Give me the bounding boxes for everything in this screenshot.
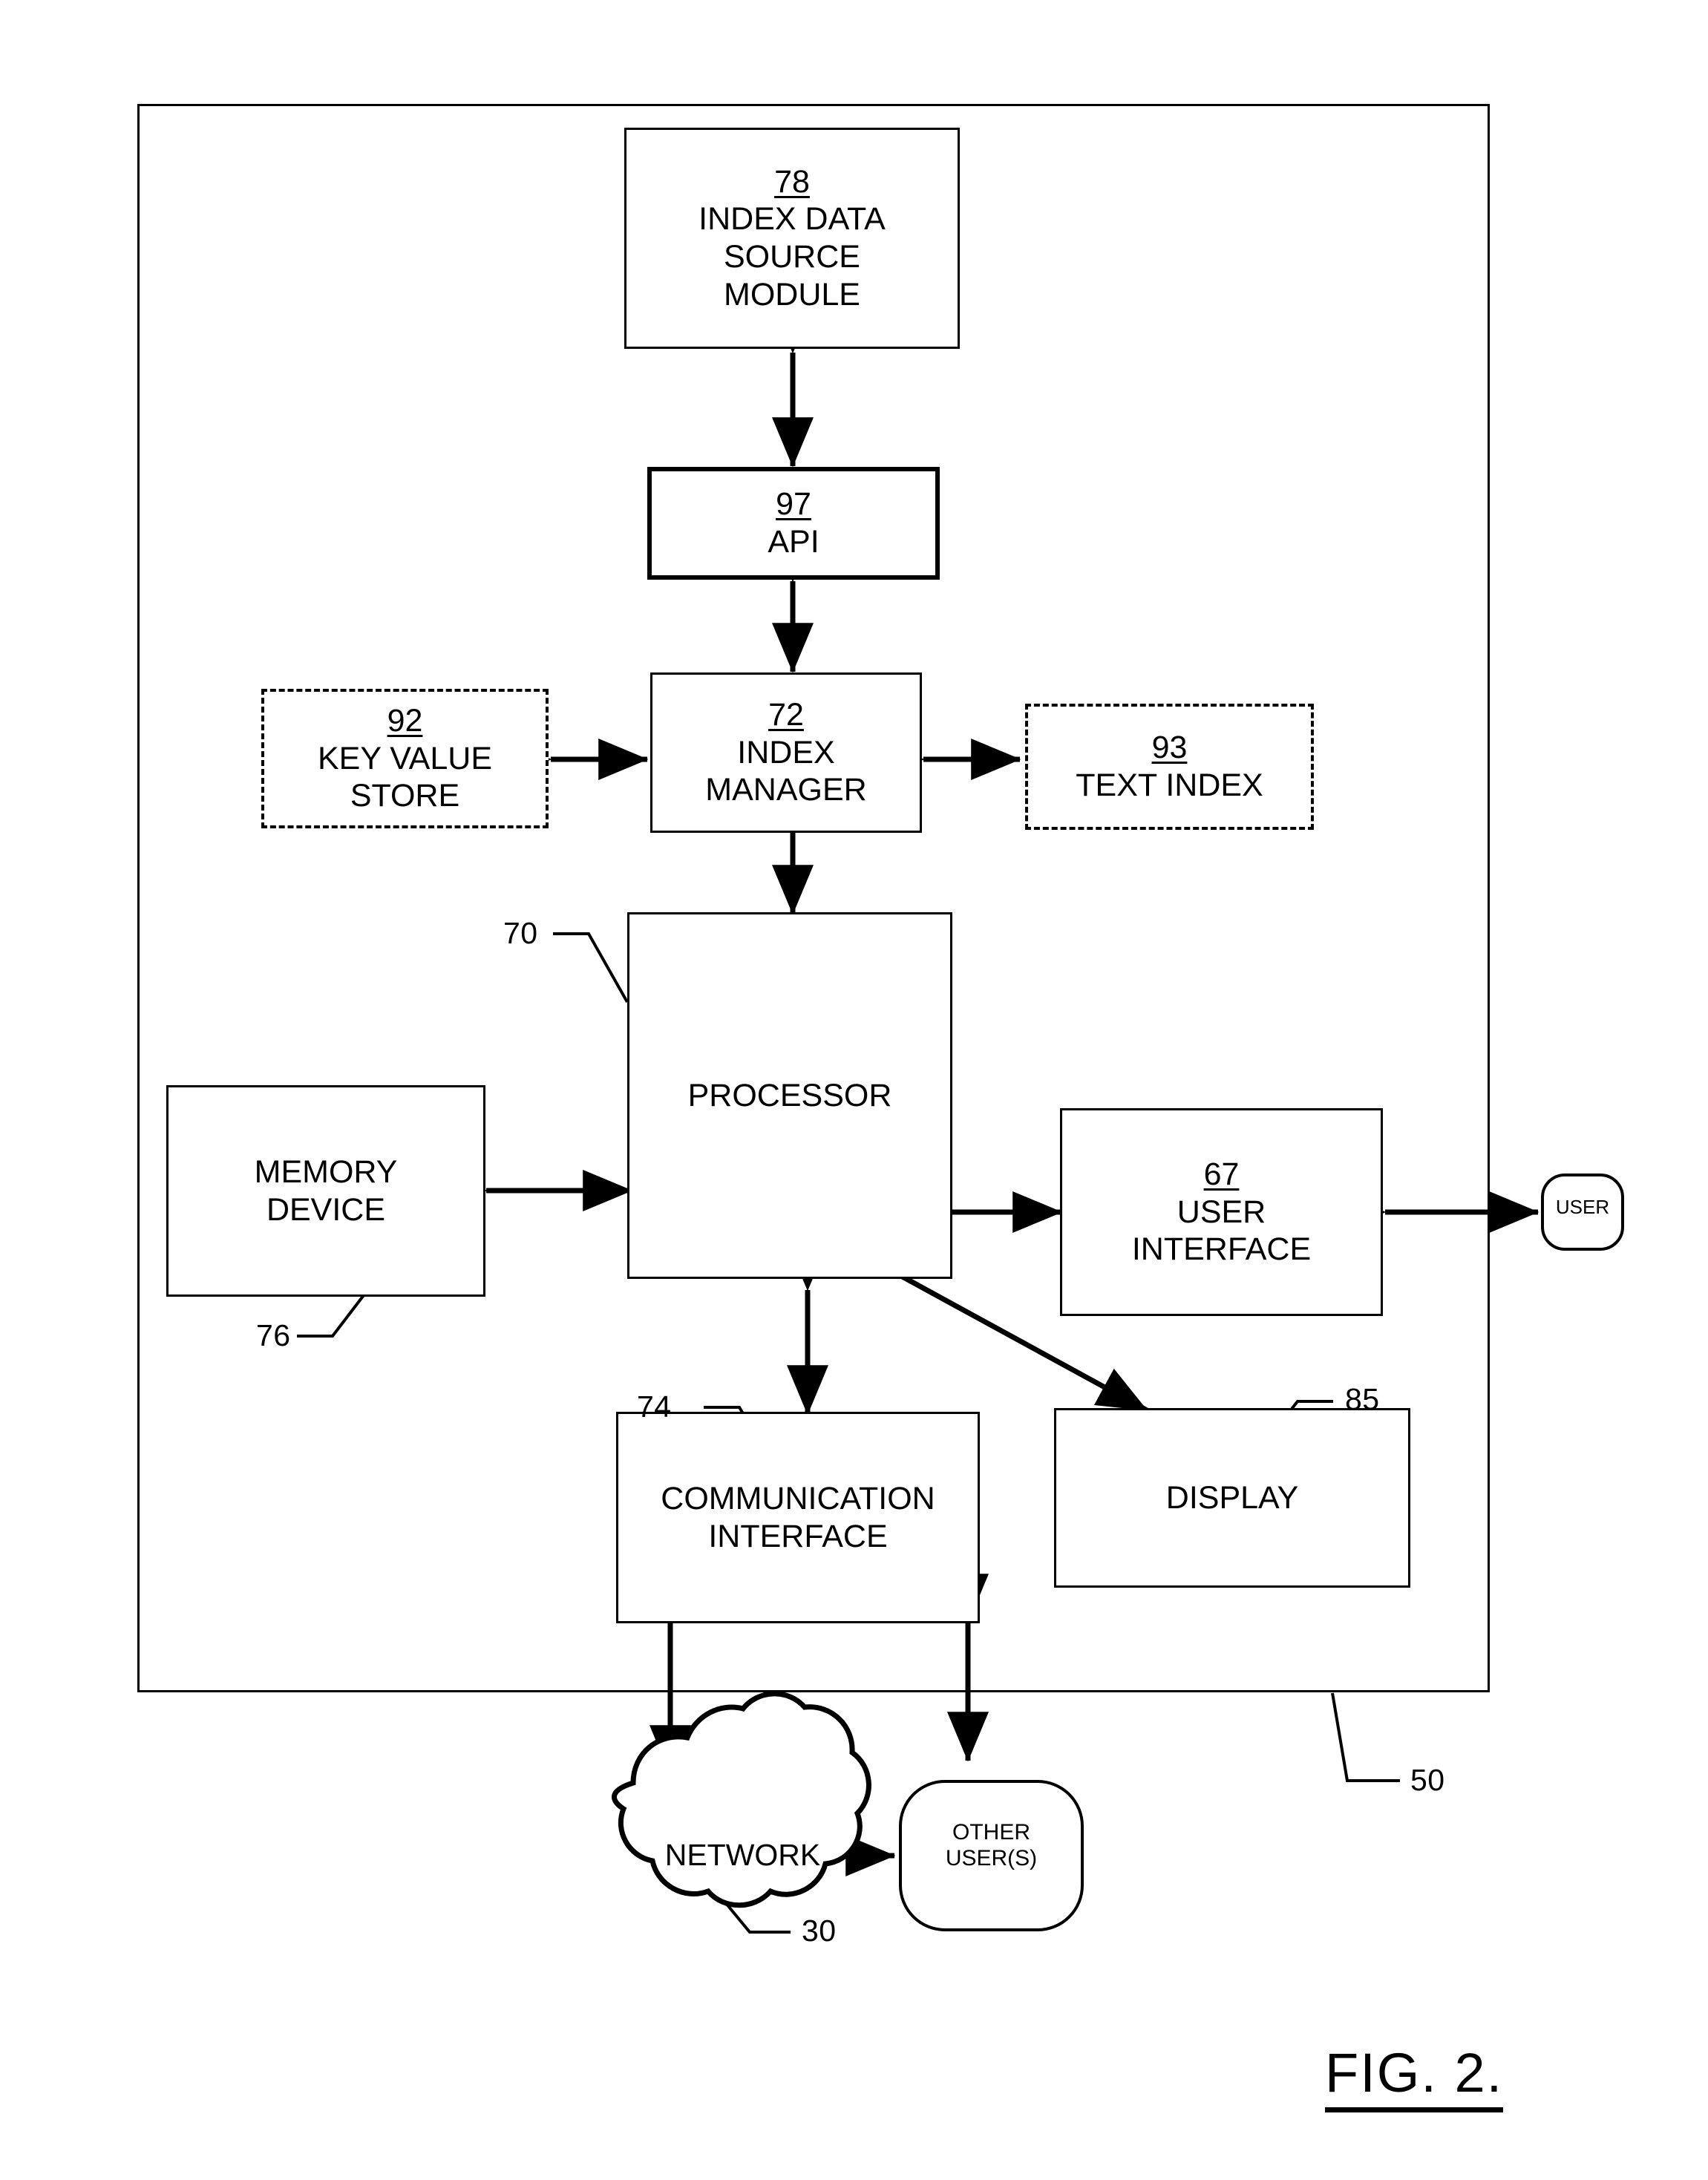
node-memory-device: MEMORY DEVICE [166, 1085, 485, 1297]
node-label-other-users: OTHER USER(S) [945, 1820, 1038, 1871]
network-cloud-shape [612, 1691, 871, 1908]
leader-label-74: 74 [637, 1389, 672, 1424]
node-ref-67: 67 [1203, 1156, 1240, 1192]
node-ref-97: 97 [776, 486, 811, 523]
figure-caption: FIG. 2. [1325, 2041, 1504, 2112]
node-text-index: 93 TEXT INDEX [1025, 704, 1314, 830]
node-label-processor: PROCESSOR [687, 1077, 892, 1113]
node-ref-92: 92 [387, 702, 423, 739]
leader-label-30: 30 [802, 1914, 837, 1948]
node-label-communication-interface: COMMUNICATION INTERFACE [661, 1480, 935, 1554]
leader-line-30 [710, 1884, 791, 1934]
node-user-interface: 67 USER INTERFACE [1060, 1108, 1383, 1316]
node-display: DISPLAY [1054, 1408, 1410, 1588]
leader-label-70: 70 [503, 916, 538, 950]
leader-label-76: 76 [256, 1318, 291, 1352]
node-index-data-source-module: 78 INDEX DATA SOURCE MODULE [624, 128, 960, 349]
node-ref-72: 72 [768, 696, 804, 733]
node-ref-93: 93 [1151, 730, 1188, 766]
node-communication-interface: COMMUNICATION INTERFACE [616, 1412, 980, 1623]
node-processor: PROCESSOR [627, 912, 952, 1279]
node-label-display: DISPLAY [1165, 1479, 1299, 1516]
leader-label-85: 85 [1345, 1382, 1380, 1416]
node-label-key-value-store: KEY VALUE STORE [317, 740, 493, 814]
node-api: 97 API [647, 467, 940, 580]
node-label-api: API [768, 524, 819, 560]
node-index-manager: 72 INDEX MANAGER [650, 672, 922, 833]
node-label-network: NETWORK [664, 1838, 821, 1872]
node-label-index-data-source-module: INDEX DATA SOURCE MODULE [698, 201, 886, 312]
leader-label-50: 50 [1410, 1763, 1445, 1797]
node-ref-78: 78 [774, 163, 810, 200]
node-label-user: USER [1555, 1196, 1610, 1218]
patent-figure: 78 INDEX DATA SOURCE MODULE 97 API 92 KE… [0, 0, 1708, 2180]
node-key-value-store: 92 KEY VALUE STORE [261, 689, 549, 828]
node-label-user-interface: USER INTERFACE [1131, 1194, 1312, 1268]
node-label-text-index: TEXT INDEX [1076, 767, 1263, 803]
leader-line-50 [1331, 1692, 1400, 1782]
node-label-index-manager: INDEX MANAGER [705, 734, 867, 808]
node-label-memory-device: MEMORY DEVICE [254, 1153, 398, 1228]
